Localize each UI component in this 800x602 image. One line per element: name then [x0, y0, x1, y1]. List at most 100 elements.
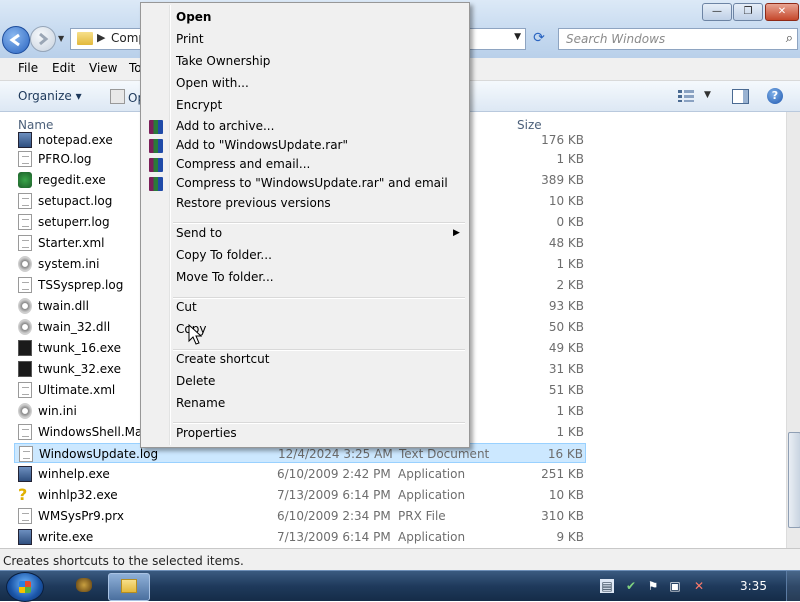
action-center-flag-icon[interactable]: ⚑: [646, 579, 660, 593]
game-icon: [76, 578, 92, 592]
menu-item-encrypt[interactable]: Encrypt: [176, 98, 222, 112]
minimize-button[interactable]: —: [702, 3, 732, 21]
file-name: winhelp.exe: [38, 467, 110, 481]
registry-editor-icon: [18, 172, 32, 188]
refresh-button[interactable]: ⟳: [528, 28, 550, 48]
help-icon[interactable]: ?: [767, 88, 783, 104]
menu-item-properties[interactable]: Properties: [176, 426, 237, 440]
file-size: 1 KB: [556, 404, 584, 418]
menu-view[interactable]: View: [89, 61, 117, 75]
file-name: PFRO.log: [38, 152, 92, 166]
back-button[interactable]: [2, 26, 30, 54]
menu-item-compress-to-windowsupdate-rar-and-email[interactable]: Compress to "WindowsUpdate.rar" and emai…: [176, 176, 448, 190]
file-date: 7/13/2009 6:14 PM: [277, 530, 391, 544]
twunk-app-icon: [18, 340, 32, 356]
file-row[interactable]: ? winhlp32.exe 7/13/2009 6:14 PM Applicatio…: [14, 485, 586, 505]
file-name: setupact.log: [38, 194, 113, 208]
settings-file-icon: [18, 403, 32, 419]
taskbar-game-button[interactable]: [64, 573, 104, 599]
status-bar: Creates shortcuts to the selected items.: [0, 548, 800, 571]
file-size: 49 KB: [548, 341, 584, 355]
file-size: 93 KB: [548, 299, 584, 313]
file-row[interactable]: write.exe 7/13/2009 6:14 PM Application 9 K…: [14, 527, 586, 547]
file-row[interactable]: winhelp.exe 6/10/2009 2:42 PM Application 2…: [14, 464, 586, 484]
menu-separator: [173, 422, 465, 424]
forward-arrow-icon: [39, 32, 49, 46]
preview-pane-icon[interactable]: [732, 89, 749, 104]
winrar-icon: [149, 158, 163, 172]
menu-item-send-to[interactable]: Send to: [176, 226, 222, 240]
file-type: Application: [398, 530, 466, 544]
text-file-icon: [18, 151, 32, 167]
scrollbar-thumb[interactable]: [788, 432, 800, 528]
menu-item-delete[interactable]: Delete: [176, 374, 215, 388]
file-name: write.exe: [38, 530, 94, 544]
menu-item-move-to-folder[interactable]: Move To folder...: [176, 270, 274, 284]
security-check-icon[interactable]: ✔: [624, 579, 638, 593]
clock[interactable]: 3:35: [740, 579, 767, 593]
winrar-icon: [149, 177, 163, 191]
settings-file-icon: [18, 319, 32, 335]
file-name: twunk_32.exe: [38, 362, 122, 376]
file-size: 10 KB: [548, 194, 584, 208]
back-arrow-icon: [9, 33, 20, 47]
vertical-scrollbar[interactable]: [786, 112, 800, 548]
close-button[interactable]: ✕: [765, 3, 799, 21]
taskbar-explorer-button[interactable]: [108, 573, 150, 601]
file-size: 10 KB: [548, 488, 584, 502]
volume-muted-icon[interactable]: ✕: [692, 579, 706, 593]
file-size: 31 KB: [548, 362, 584, 376]
application-icon: [18, 529, 32, 545]
text-file-icon: [18, 193, 32, 209]
file-name: WMSysPr9.prx: [38, 509, 124, 523]
folder-icon: [77, 32, 93, 45]
file-name: WindowsUpdate.log: [39, 447, 159, 461]
change-view-icon[interactable]: [678, 90, 694, 102]
start-button[interactable]: [6, 572, 44, 602]
open-icon: [110, 89, 125, 104]
menu-item-open-with[interactable]: Open with...: [176, 76, 249, 90]
menu-item-compress-and-email[interactable]: Compress and email...: [176, 157, 310, 171]
breadcrumb-separator-icon[interactable]: ▶: [97, 31, 105, 44]
menu-item-add-to-windowsupdate-rar[interactable]: Add to "WindowsUpdate.rar": [176, 138, 348, 152]
file-size: 1 KB: [556, 257, 584, 271]
file-type: Application: [398, 488, 466, 502]
file-size: 310 KB: [541, 509, 584, 523]
menu-item-copy-to-folder[interactable]: Copy To folder...: [176, 248, 272, 262]
context-menu: Open Print Take Ownership Open with... Encry…: [140, 2, 470, 448]
file-name: regedit.exe: [38, 173, 106, 187]
application-icon: [18, 466, 32, 482]
menu-file[interactable]: File: [18, 61, 38, 75]
menu-item-open[interactable]: Open: [176, 10, 211, 24]
file-size: 251 KB: [541, 467, 584, 481]
file-type: Application: [398, 467, 466, 481]
forward-button[interactable]: [30, 26, 56, 52]
menu-item-create-shortcut[interactable]: Create shortcut: [176, 352, 269, 366]
views-dropdown-icon[interactable]: ▼: [704, 90, 711, 100]
menu-item-restore-previous-versions[interactable]: Restore previous versions: [176, 196, 331, 210]
file-size: 50 KB: [548, 320, 584, 334]
file-name: notepad.exe: [38, 133, 113, 147]
network-icon[interactable]: ▣: [668, 579, 682, 593]
menu-item-cut[interactable]: Cut: [176, 300, 197, 314]
menu-separator: [173, 297, 465, 299]
maximize-button[interactable]: ❐: [733, 3, 763, 21]
search-input[interactable]: Search Windows ⌕: [558, 28, 798, 50]
file-row[interactable]: WMSysPr9.prx 6/10/2009 2:34 PM PRX File 310…: [14, 506, 586, 526]
document-icon[interactable]: ▤: [600, 579, 614, 593]
file-name: Ultimate.xml: [38, 383, 116, 397]
address-dropdown-icon[interactable]: ▼: [514, 32, 521, 42]
menu-item-rename[interactable]: Rename: [176, 396, 225, 410]
organize-button[interactable]: Organize ▾: [18, 89, 82, 103]
file-name: system.ini: [38, 257, 100, 271]
search-icon[interactable]: ⌕: [786, 31, 793, 46]
menu-item-add-to-archive[interactable]: Add to archive...: [176, 119, 274, 133]
menu-item-print[interactable]: Print: [176, 32, 204, 46]
menu-item-take-ownership[interactable]: Take Ownership: [176, 54, 270, 68]
status-text: Creates shortcuts to the selected items.: [3, 554, 244, 568]
show-desktop-button[interactable]: [786, 571, 800, 601]
file-name: twain_32.dll: [38, 320, 111, 334]
recent-pages-dropdown[interactable]: ▼: [58, 34, 64, 43]
menu-separator: [173, 349, 465, 351]
menu-edit[interactable]: Edit: [52, 61, 75, 75]
